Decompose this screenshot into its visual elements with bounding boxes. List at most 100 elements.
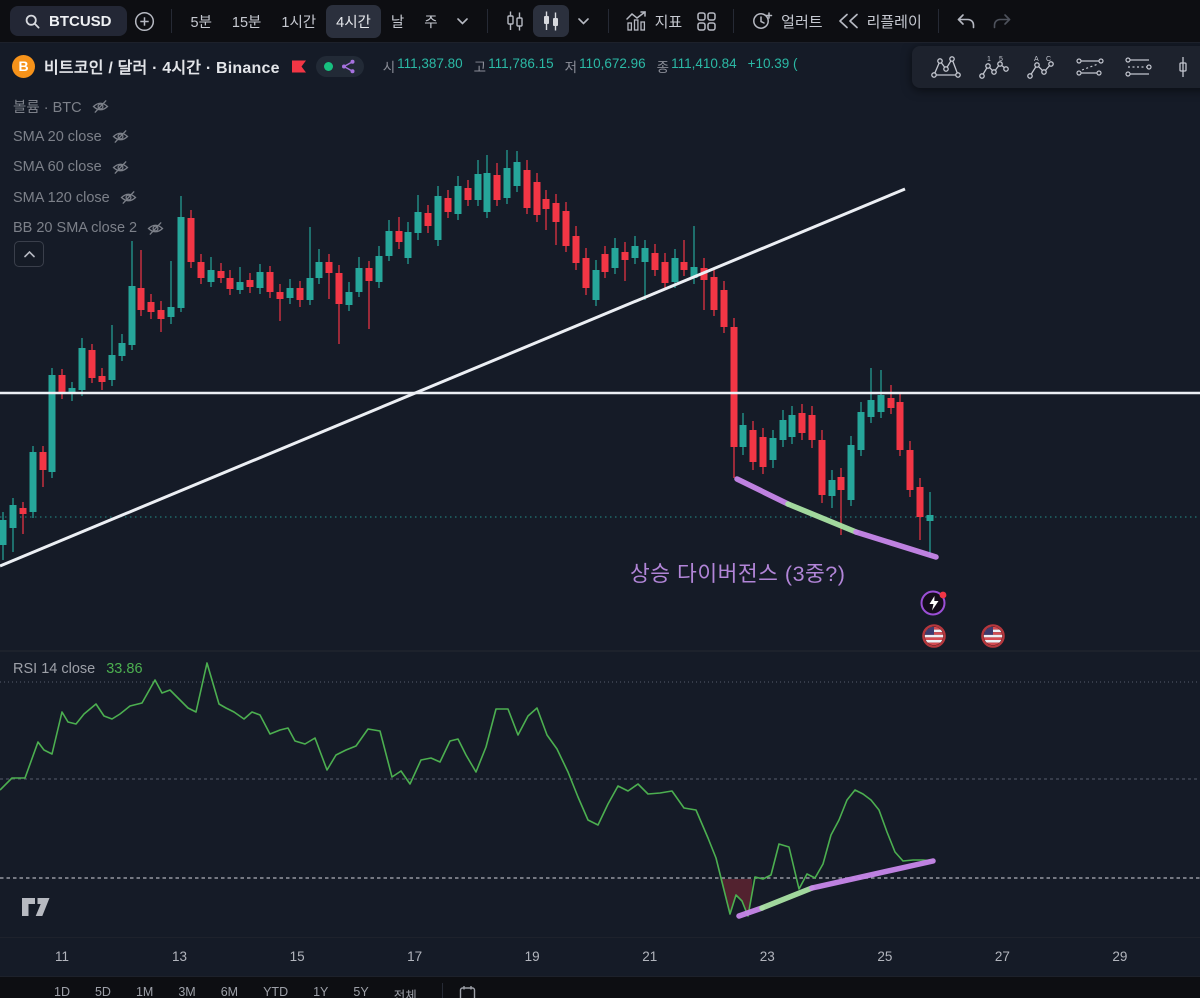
legend-collapse-button[interactable]: [14, 241, 44, 267]
interval-week-button[interactable]: 주: [414, 5, 447, 38]
legend-label: SMA 20 close: [13, 128, 102, 145]
indicator-legend: 볼륨 · BTC SMA 20 close SMA 60 close SMA 1…: [13, 91, 164, 244]
compare-add-button[interactable]: [127, 5, 162, 37]
chart-style-bars-button[interactable]: [497, 5, 533, 37]
eye-slash-icon[interactable]: [147, 221, 164, 236]
symbol-title[interactable]: 비트코인 / 달러 · 4시간 · Binance: [44, 54, 280, 78]
symbol-search-button[interactable]: BTCUSD: [10, 6, 127, 36]
legend-item-sma20[interactable]: SMA 20 close: [13, 122, 164, 153]
open-label: 시: [382, 60, 396, 75]
market-open-dot-icon: [323, 61, 333, 71]
interval-4h-button[interactable]: 4시간: [326, 4, 381, 38]
range-3m-button[interactable]: 3M: [178, 985, 195, 998]
us-economic-event-icon[interactable]: [921, 623, 947, 649]
range-1y-button[interactable]: 1Y: [313, 985, 328, 998]
elliott-wave-icon: 15: [978, 56, 1009, 79]
indicators-button[interactable]: 지표: [618, 5, 690, 37]
time-axis-label: 23: [759, 949, 775, 964]
search-icon: [25, 14, 40, 29]
interval-5m-button[interactable]: 5분: [181, 5, 222, 38]
redo-button[interactable]: [984, 5, 1020, 37]
eye-slash-icon[interactable]: [92, 99, 109, 114]
symbol-name: BTCUSD: [49, 12, 112, 30]
chart-style-menu-button[interactable]: [569, 5, 599, 37]
range-5d-button[interactable]: 5D: [95, 985, 111, 998]
time-axis-label: 15: [289, 949, 305, 964]
time-axis-label: 13: [172, 949, 188, 964]
interval-day-button[interactable]: 날: [381, 5, 414, 38]
chevron-down-icon: [457, 17, 468, 25]
legend-item-volume[interactable]: 볼륨 · BTC: [13, 91, 164, 122]
templates-button[interactable]: [689, 5, 724, 37]
rsi-value: 33.86: [106, 661, 143, 677]
us-economic-event-icon[interactable]: [980, 623, 1006, 649]
share-nodes-icon: [341, 59, 355, 73]
range-ytd-button[interactable]: YTD: [263, 985, 288, 998]
alert-button[interactable]: 얼러트: [743, 5, 829, 37]
time-axis-label: 19: [524, 949, 540, 964]
time-axis-label: 25: [877, 949, 893, 964]
low-label: 저: [564, 60, 578, 75]
top-toolbar: BTCUSD 5분 15분 1시간 4시간 날 주 지표 얼러트 리플레이: [0, 0, 1200, 43]
ohlc-values: 시 111,387.80 고 111,786.15 저 110,672.96 종 111…: [383, 56, 798, 76]
interval-1h-button[interactable]: 1시간: [271, 5, 326, 38]
rsi-legend[interactable]: RSI 14 close 33.86: [13, 661, 143, 677]
plus-circle-icon: [134, 11, 154, 31]
time-axis-label: 27: [994, 949, 1010, 964]
legend-item-bb[interactable]: BB 20 SMA close 2: [13, 213, 164, 244]
trend-channel-tool[interactable]: [1067, 49, 1112, 85]
eye-slash-icon[interactable]: [120, 190, 137, 205]
xabcd-pattern-icon: [930, 56, 961, 78]
undo-arrow-icon: [957, 13, 975, 28]
elliott-wave-tool[interactable]: 15: [971, 49, 1016, 85]
alarm-clock-icon: [753, 12, 773, 29]
range-all-button[interactable]: 전체: [394, 985, 417, 998]
legend-item-sma60[interactable]: SMA 60 close: [13, 152, 164, 183]
interval-15m-button[interactable]: 15분: [222, 5, 271, 38]
tradingview-logo[interactable]: [20, 893, 54, 919]
xabcd-pattern-tool[interactable]: [923, 49, 968, 85]
news-event-icon[interactable]: [919, 588, 949, 618]
range-5y-button[interactable]: 5Y: [353, 985, 368, 998]
range-1d-button[interactable]: 1D: [54, 985, 70, 998]
interval-menu-button[interactable]: [448, 5, 478, 37]
drawing-toolbar[interactable]: 15 AC: [912, 46, 1200, 88]
time-axis[interactable]: 11 13 15 17 19 21 23 25 27 29: [0, 937, 1200, 976]
toolbar-divider: [170, 9, 172, 33]
divergence-annotation-text[interactable]: 상승 다이버전스 (3중?): [630, 557, 845, 588]
clipped-tool[interactable]: [1163, 49, 1200, 85]
eye-slash-icon[interactable]: [112, 129, 129, 144]
low-value: 110,672.96: [579, 56, 646, 71]
indicators-label: 지표: [654, 13, 683, 31]
partial-tool-icon: [1178, 57, 1187, 77]
chevron-up-icon: [23, 250, 35, 257]
eye-slash-icon[interactable]: [112, 160, 129, 175]
disjoint-channel-tool[interactable]: [1115, 49, 1160, 85]
legend-label: BB 20 SMA close 2: [13, 220, 138, 237]
price-and-rsi-chart[interactable]: [0, 43, 1200, 937]
time-axis-label: 11: [54, 949, 70, 964]
tradingview-window: BTCUSD 5분 15분 1시간 4시간 날 주 지표 얼러트 리플레이 B …: [0, 0, 1200, 998]
toolbar-divider: [486, 9, 488, 33]
hollow-candles-icon: [506, 11, 523, 31]
toolbar-divider: [937, 9, 939, 33]
replay-button[interactable]: 리플레이: [830, 5, 929, 37]
abcd-pattern-tool[interactable]: AC: [1019, 49, 1064, 85]
toolbar-divider: [733, 9, 735, 33]
bottom-toolbar: 1D 5D 1M 3M 6M YTD 1Y 5Y 전체: [0, 976, 1200, 998]
legend-item-sma120[interactable]: SMA 120 close: [13, 183, 164, 214]
close-value: 111,410.84: [671, 56, 737, 71]
channel-lines-icon: [1124, 57, 1152, 77]
close-label: 종: [656, 60, 670, 75]
range-1m-button[interactable]: 1M: [136, 985, 153, 998]
abcd-pattern-icon: AC: [1026, 56, 1054, 79]
calendar-icon[interactable]: [459, 985, 476, 998]
symbol-info-row: B 비트코인 / 달러 · 4시간 · Binance 시 111,387.80 …: [12, 54, 798, 78]
chart-style-candles-button[interactable]: [532, 5, 569, 37]
replay-label: 리플레이: [866, 13, 922, 31]
time-axis-label: 17: [407, 949, 423, 964]
market-status-pill[interactable]: [315, 55, 364, 77]
flag-marker-icon[interactable]: [291, 60, 307, 73]
undo-button[interactable]: [948, 5, 984, 37]
range-6m-button[interactable]: 6M: [221, 985, 238, 998]
